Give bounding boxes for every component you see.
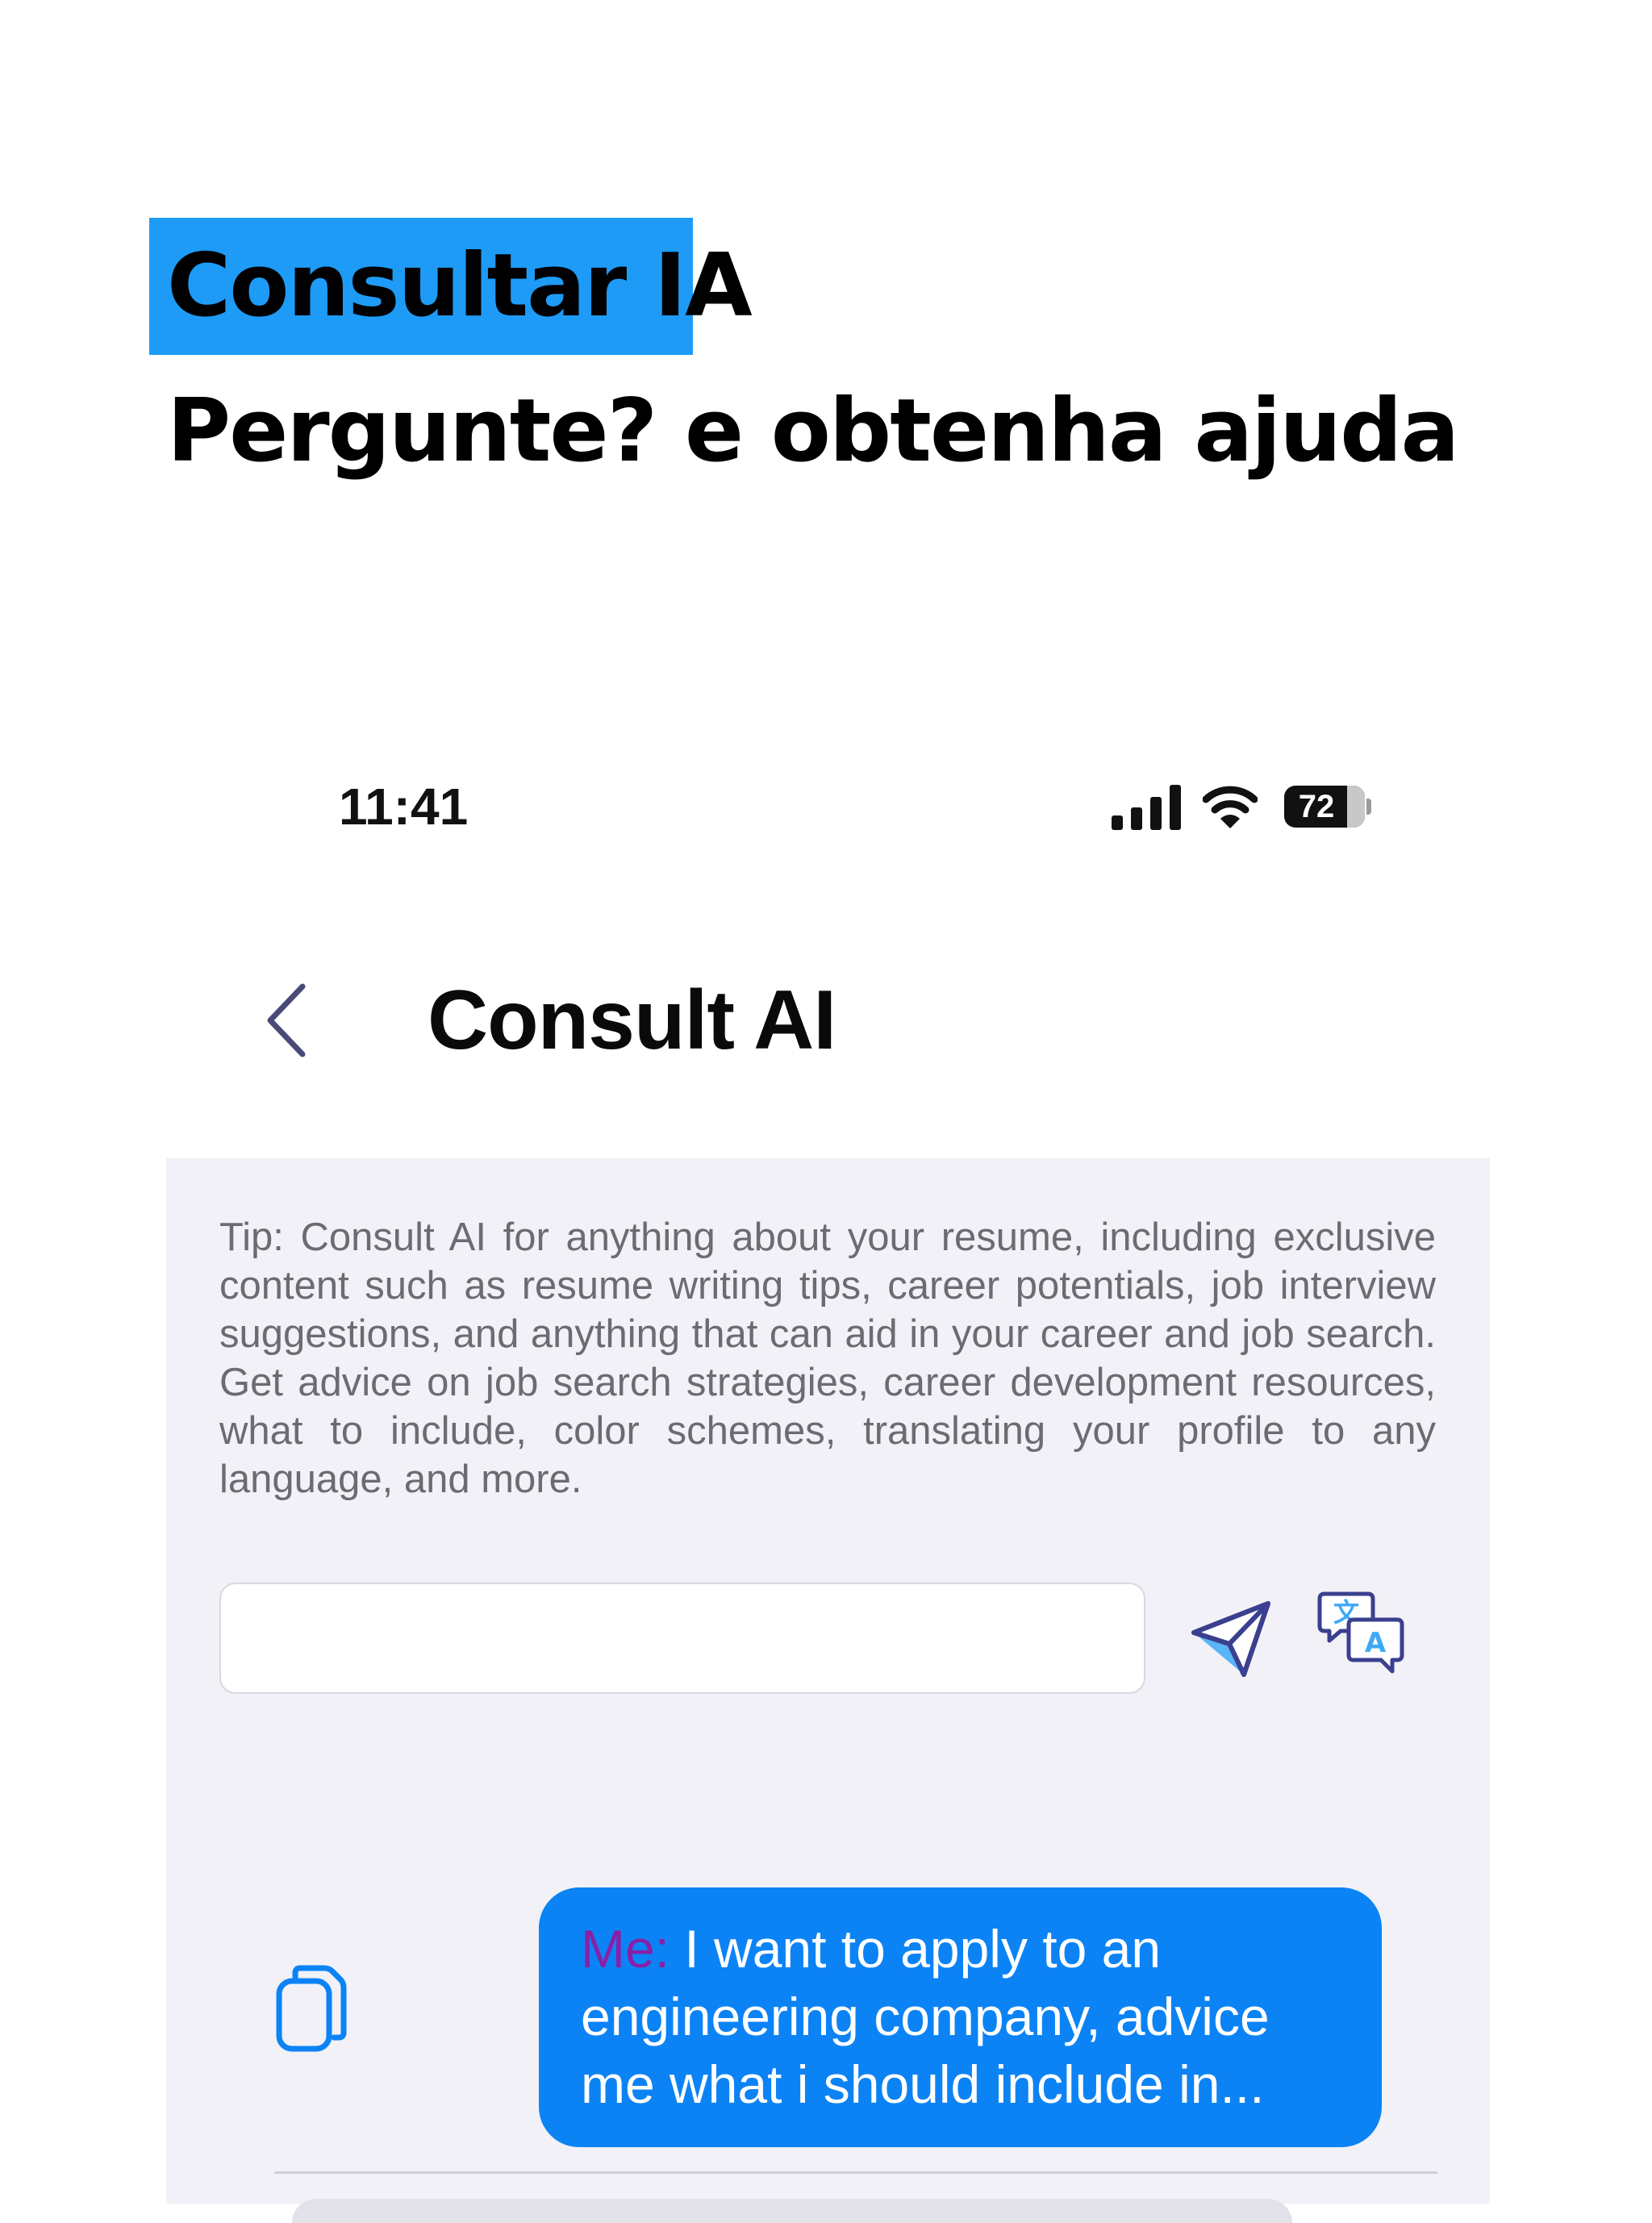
chat-message-bubble[interactable]: Me: I want to apply to an engineering co… xyxy=(539,1887,1382,2147)
battery-icon: 72 xyxy=(1284,786,1371,828)
promo-title-badge: Consultar IA xyxy=(149,218,753,355)
svg-text:A: A xyxy=(1365,1627,1387,1659)
battery-level: 72 xyxy=(1298,789,1335,824)
tip-text: Tip: Consult AI for anything about your … xyxy=(219,1216,1436,1501)
status-icons: 72 xyxy=(1112,778,1378,835)
promo-title: Consultar IA xyxy=(167,236,753,336)
translate-icon: 文 A xyxy=(1317,1591,1404,1674)
page-title: Consult AI xyxy=(428,974,836,1067)
consult-panel: Tip: Consult AI for anything about your … xyxy=(166,1158,1490,2223)
paper-plane-icon xyxy=(1191,1601,1270,1677)
translate-button[interactable]: 文 A xyxy=(1316,1587,1407,1678)
status-time: 11:41 xyxy=(339,778,469,836)
next-message-bubble[interactable] xyxy=(292,2199,1292,2223)
promo-subtitle: Pergunte? e obtenha ajuda xyxy=(167,381,1459,482)
wifi-icon xyxy=(1203,786,1258,828)
message-sender: Me: xyxy=(581,1919,670,1979)
chevron-left-icon xyxy=(267,983,306,1057)
copy-icon xyxy=(276,1965,347,2052)
copy-button[interactable] xyxy=(271,1963,352,2054)
battery-empty-segment xyxy=(1347,786,1365,828)
message-text: I want to apply to an engineering compan… xyxy=(581,1919,1270,2114)
back-button[interactable] xyxy=(262,980,311,1061)
send-button[interactable] xyxy=(1187,1594,1276,1683)
query-input[interactable] xyxy=(219,1583,1145,1694)
message-divider xyxy=(274,2171,1437,2174)
signal-icon xyxy=(1112,785,1181,830)
